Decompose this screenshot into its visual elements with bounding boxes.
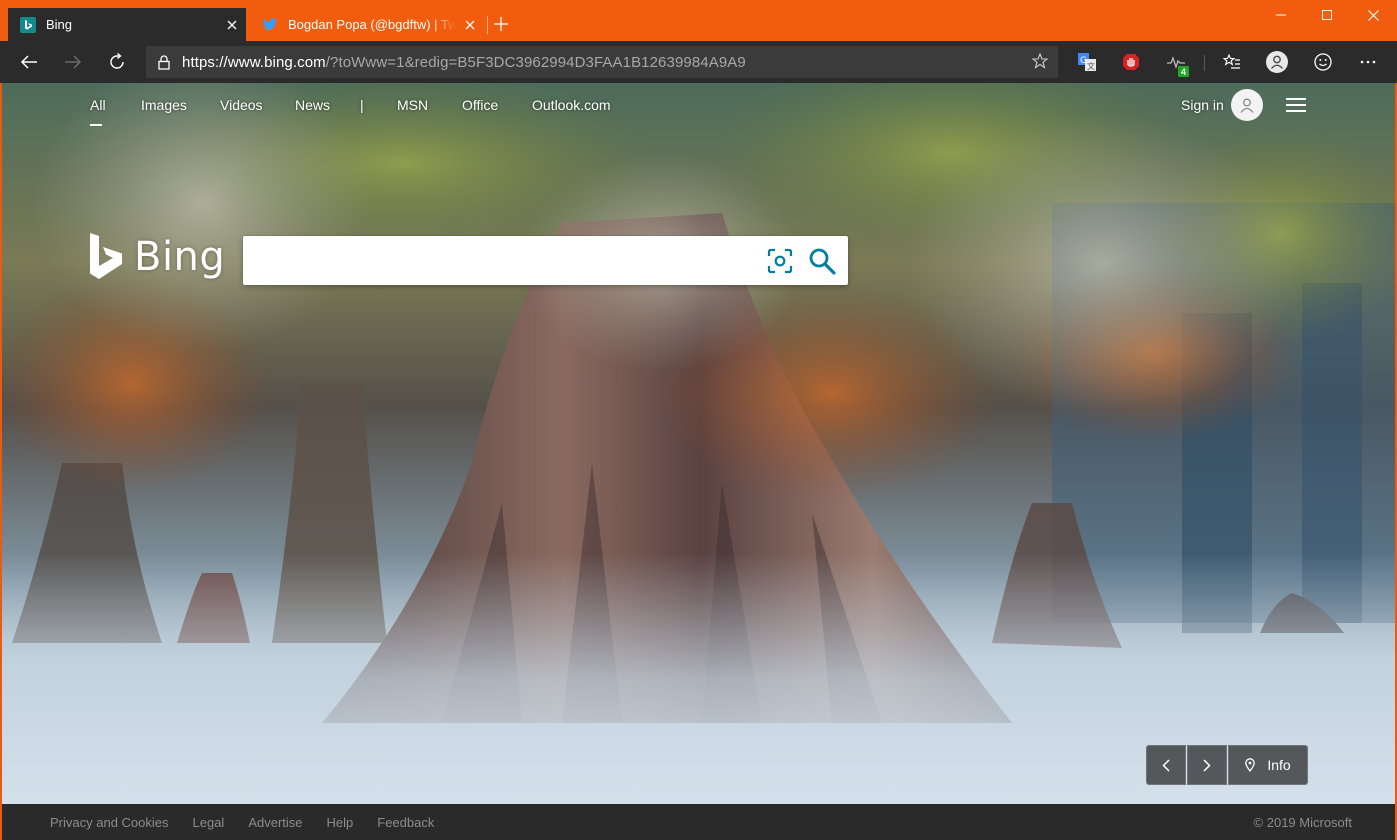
- footer-link-help[interactable]: Help: [327, 815, 354, 830]
- toolbar-divider: [1204, 55, 1205, 71]
- info-label: Info: [1267, 757, 1291, 773]
- search-box: [243, 236, 848, 285]
- chevron-left-icon: [1162, 758, 1170, 772]
- address-bar[interactable]: https://www.bing.com/?toWww=1&redig=B5F3…: [146, 46, 1058, 78]
- close-tab-icon[interactable]: [456, 11, 484, 39]
- footer-link-feedback[interactable]: Feedback: [377, 815, 434, 830]
- image-info-button[interactable]: Info: [1228, 745, 1308, 785]
- bing-logo[interactable]: Bing: [88, 233, 225, 281]
- favorites-icon[interactable]: [1216, 47, 1248, 77]
- maximize-button[interactable]: [1304, 0, 1350, 30]
- previous-image-button[interactable]: [1146, 745, 1186, 785]
- tab-title: Bing: [46, 17, 73, 32]
- tab-title: Bogdan Popa (@bgdftw) | Twitter: [288, 17, 456, 32]
- url-path: /?toWww=1&redig=B5F3DC3962994D3FAA1B1263…: [325, 53, 746, 71]
- visual-search-icon[interactable]: [766, 247, 794, 275]
- nav-all[interactable]: All: [90, 97, 106, 113]
- nav-separator: |: [360, 97, 364, 113]
- nav-outlook[interactable]: Outlook.com: [532, 97, 611, 113]
- browser-toolbar: https://www.bing.com/?toWww=1&redig=B5F3…: [0, 41, 1397, 83]
- lock-icon[interactable]: [146, 54, 182, 70]
- forward-button[interactable]: [57, 47, 89, 77]
- feedback-smiley-icon[interactable]: [1307, 47, 1339, 77]
- footer-link-privacy[interactable]: Privacy and Cookies: [50, 815, 169, 830]
- close-window-button[interactable]: [1350, 0, 1396, 30]
- close-tab-icon[interactable]: [218, 11, 246, 39]
- translate-extension-icon[interactable]: G文: [1071, 47, 1103, 77]
- footer-links: Privacy and Cookies Legal Advertise Help…: [50, 815, 458, 830]
- twitter-icon: [262, 17, 278, 33]
- menu-hamburger-icon[interactable]: [1286, 98, 1306, 114]
- nav-videos[interactable]: Videos: [220, 97, 263, 113]
- url-scheme: https://: [182, 53, 228, 71]
- nav-msn[interactable]: MSN: [397, 97, 428, 113]
- next-image-button[interactable]: [1187, 745, 1227, 785]
- extension-badge: 4: [1178, 66, 1189, 77]
- title-bar: Bing Bogdan Popa (@bgdftw) | Twitter: [0, 0, 1397, 41]
- chevron-right-icon: [1203, 758, 1211, 772]
- new-tab-button[interactable]: [490, 10, 512, 38]
- refresh-button[interactable]: [101, 47, 133, 77]
- favorite-star-icon[interactable]: [1031, 52, 1049, 74]
- footer-link-advertise[interactable]: Advertise: [248, 815, 302, 830]
- tab-divider: [487, 16, 488, 34]
- footer-link-legal[interactable]: Legal: [193, 815, 225, 830]
- bing-homepage: All Images Videos News | MSN Office Outl…: [2, 83, 1395, 804]
- bing-icon: [20, 16, 36, 33]
- sign-in-link[interactable]: Sign in: [1181, 97, 1224, 113]
- bing-footer: Privacy and Cookies Legal Advertise Help…: [2, 804, 1395, 840]
- avatar-icon[interactable]: [1231, 89, 1263, 121]
- image-carousel-controls: Info: [1146, 745, 1308, 785]
- background-photo: [2, 83, 1395, 804]
- copyright-text: © 2019 Microsoft: [1253, 815, 1352, 830]
- nav-news[interactable]: News: [295, 97, 330, 113]
- url-text: https://www.bing.com/?toWww=1&redig=B5F3…: [182, 54, 746, 71]
- minimize-button[interactable]: [1258, 0, 1304, 30]
- search-icon[interactable]: [807, 246, 837, 276]
- adblock-extension-icon[interactable]: [1115, 47, 1147, 77]
- tab-bing[interactable]: Bing: [8, 8, 246, 41]
- nav-images[interactable]: Images: [141, 97, 187, 113]
- search-input[interactable]: [257, 248, 747, 274]
- more-menu-icon[interactable]: [1352, 47, 1384, 77]
- url-host: www.bing.com: [227, 53, 326, 71]
- tab-twitter[interactable]: Bogdan Popa (@bgdftw) | Twitter: [250, 8, 484, 41]
- bing-logo-mark: [90, 233, 122, 279]
- svg-text:G: G: [1080, 56, 1087, 66]
- profile-icon[interactable]: [1261, 47, 1293, 77]
- location-pin-icon: [1245, 758, 1256, 772]
- nav-active-indicator: [90, 124, 102, 126]
- bing-logo-text: Bing: [134, 234, 226, 280]
- nav-office[interactable]: Office: [462, 97, 498, 113]
- svg-text:文: 文: [1087, 61, 1095, 71]
- back-button[interactable]: [13, 47, 45, 77]
